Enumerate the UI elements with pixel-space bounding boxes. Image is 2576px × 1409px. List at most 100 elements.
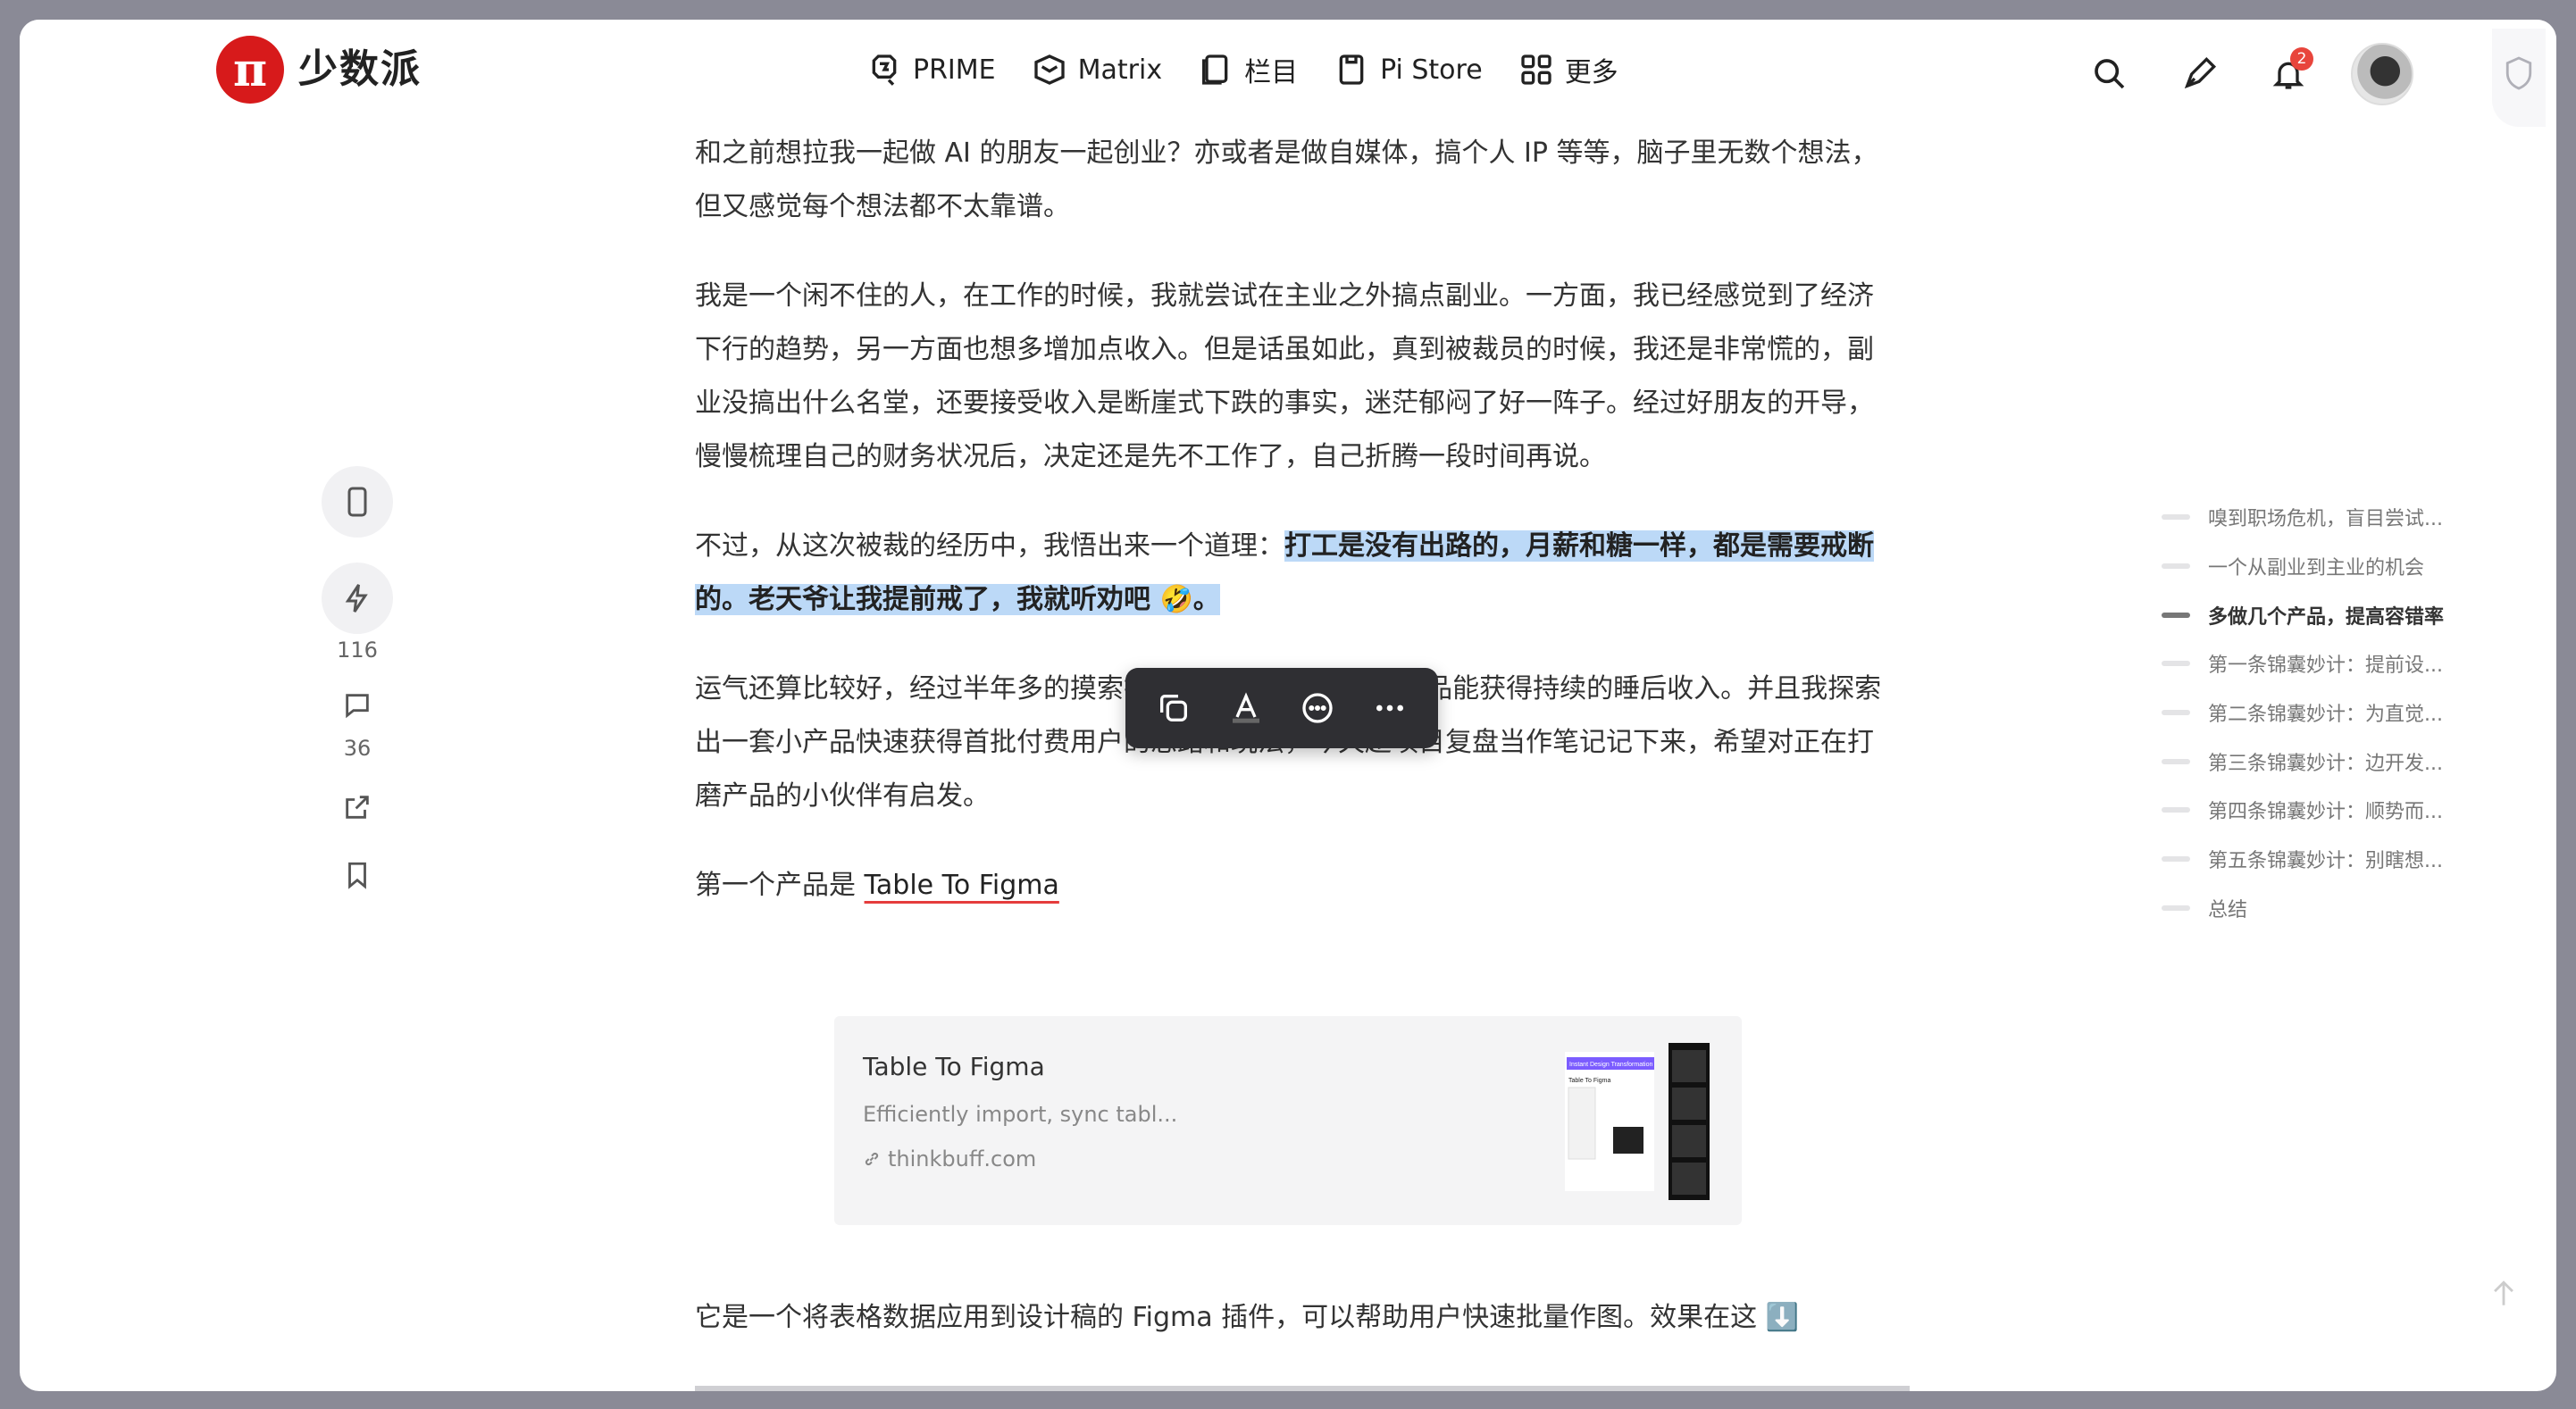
phone-icon — [347, 487, 367, 517]
link-icon — [865, 1152, 879, 1166]
ellipsis-icon — [1376, 704, 1403, 712]
toc-item[interactable]: 多做几个产品，提高容错率 — [2162, 590, 2519, 639]
paragraph-text: 第一个产品是 — [695, 870, 865, 901]
back-to-top-button[interactable] — [2481, 1271, 2526, 1316]
product-link[interactable]: Table To Figma — [865, 870, 1059, 901]
column-icon — [1202, 54, 1228, 85]
article-paragraph: 和之前想拉我一起做 AI 的朋友一起创业？亦或者是做自媒体，搞个人 IP 等等，… — [695, 138, 1878, 222]
comment-icon — [346, 694, 369, 719]
toc-item[interactable]: 第二条锦囊妙计：为直觉... — [2162, 688, 2519, 738]
text-highlight-icon — [1232, 692, 1259, 723]
lightning-icon — [345, 584, 368, 613]
card-thumbnail: Instant Design Transformation Table To F… — [1565, 1043, 1710, 1200]
toc-marker — [2162, 661, 2190, 667]
article-paragraph: 它是一个将表格数据应用到设计稿的 Figma 插件，可以帮助用户快速批量作图。效… — [695, 1302, 1800, 1333]
notification-badge: 2 — [2290, 47, 2313, 71]
paragraph-text: 不过，从这次被裁的经历中，我悟出来一个道理： — [695, 530, 1284, 562]
nav-label: 栏目 — [1244, 57, 1299, 88]
toc-label: 第三条锦囊妙计：边开发... — [2208, 752, 2443, 775]
shield-icon — [2505, 56, 2532, 90]
thumb-heading: Instant Design Transformation — [1569, 1062, 1652, 1068]
nav-item-column[interactable]: 栏目 — [1198, 43, 1298, 96]
matrix-icon — [1033, 54, 1065, 85]
search-button[interactable] — [2083, 47, 2137, 101]
bookmark-button[interactable] — [330, 848, 384, 902]
link-preview-card[interactable]: Table To Figma Efficiently import, sync … — [834, 1016, 1742, 1225]
toc-label: 第四条锦囊妙计：顺势而... — [2208, 801, 2443, 824]
search-icon — [2095, 59, 2125, 89]
card-title: Table To Figma — [863, 1052, 1045, 1081]
toc-marker — [2162, 758, 2190, 764]
browser-window: π 少数派 PRIME Matrix 栏目 Pi Store 更多 2 116 … — [20, 20, 2556, 1391]
site-logo-text[interactable]: 少数派 — [298, 43, 422, 96]
toc-marker — [2162, 612, 2190, 618]
copy-button[interactable] — [1147, 681, 1200, 735]
site-header: π 少数派 PRIME Matrix 栏目 Pi Store 更多 2 — [20, 20, 2556, 127]
card-url-text: thinkbuff.com — [888, 1146, 1037, 1171]
main-nav: PRIME Matrix 栏目 Pi Store 更多 — [866, 43, 1618, 96]
charge-button[interactable] — [322, 563, 393, 634]
arrow-up-icon — [2494, 1280, 2513, 1305]
more-options-button[interactable] — [1363, 681, 1417, 735]
toc-marker — [2162, 514, 2190, 521]
pen-icon — [2184, 56, 2217, 89]
toc-marker — [2162, 807, 2190, 813]
nav-label: Matrix — [1077, 54, 1163, 86]
bookmark-icon — [348, 862, 366, 889]
nav-item-pi-store[interactable]: Pi Store — [1334, 43, 1483, 96]
toc-item[interactable]: 嗅到职场危机，盲目尝试... — [2162, 493, 2519, 542]
nav-label: 更多 — [1564, 57, 1618, 88]
mobile-read-button[interactable] — [322, 466, 393, 538]
card-url: thinkbuff.com — [863, 1146, 1036, 1171]
nav-item-matrix[interactable]: Matrix — [1032, 43, 1162, 96]
toc-label: 第一条锦囊妙计：提前设... — [2208, 654, 2443, 678]
share-icon — [346, 796, 369, 819]
toc-item[interactable]: 一个从副业到主业的机会 — [2162, 542, 2519, 591]
header-actions: 2 — [2083, 43, 2413, 105]
toc-item[interactable]: 第四条锦囊妙计：顺势而... — [2162, 786, 2519, 835]
grid-icon — [1521, 54, 1551, 85]
nav-item-prime[interactable]: PRIME — [866, 43, 996, 96]
nav-label: Pi Store — [1380, 54, 1483, 86]
article-action-rail: 116 36 — [304, 466, 411, 902]
article-paragraph-highlighted: 不过，从这次被裁的经历中，我悟出来一个道理：打工是没有出路的，月薪和糖一样，都是… — [695, 520, 1892, 627]
toc-marker — [2162, 563, 2190, 570]
toc-item[interactable]: 总结 — [2162, 884, 2519, 933]
prime-icon — [872, 54, 897, 86]
toc-label: 第五条锦囊妙计：别瞎想... — [2208, 850, 2443, 873]
highlight-button[interactable] — [1219, 681, 1273, 735]
toc-label: 多做几个产品，提高容错率 — [2208, 605, 2445, 629]
article-paragraph: 我是一个闲不住的人，在工作的时候，我就尝试在主业之外搞点副业。一方面，我已经感觉… — [695, 280, 1874, 472]
extension-shield[interactable] — [2492, 29, 2546, 127]
comment-button[interactable] — [330, 679, 384, 732]
chat-bubble-icon — [1302, 693, 1333, 723]
toc-item[interactable]: 第五条锦囊妙计：别瞎想... — [2162, 835, 2519, 884]
logo-icon[interactable]: π — [216, 36, 284, 104]
toc-marker — [2162, 856, 2190, 863]
toc-marker — [2162, 710, 2190, 716]
toc-marker — [2162, 905, 2190, 911]
notification-button[interactable]: 2 — [2262, 47, 2315, 101]
toc-label: 嗅到职场危机，盲目尝试... — [2208, 508, 2443, 531]
nav-item-more[interactable]: 更多 — [1518, 43, 1618, 96]
article-paragraph-link: 第一个产品是 Table To Figma — [695, 859, 1892, 913]
nav-label: PRIME — [913, 54, 996, 86]
write-button[interactable] — [2172, 47, 2226, 101]
comment-selection-button[interactable] — [1291, 681, 1344, 735]
toc-label: 一个从副业到主业的机会 — [2208, 557, 2425, 580]
content-divider — [695, 1386, 1910, 1391]
toc-item[interactable]: 第一条锦囊妙计：提前设... — [2162, 639, 2519, 688]
comment-count: 36 — [343, 736, 372, 761]
toc-label: 总结 — [2208, 898, 2248, 921]
store-icon — [1339, 54, 1364, 85]
avatar[interactable] — [2351, 43, 2413, 105]
thumb-subtitle: Table To Figma — [1568, 1078, 1610, 1084]
toc-item[interactable]: 第三条锦囊妙计：边开发... — [2162, 737, 2519, 786]
share-button[interactable] — [330, 780, 384, 834]
copy-icon — [1160, 695, 1188, 721]
selection-toolbar — [1125, 668, 1438, 748]
like-count: 116 — [337, 638, 378, 663]
card-description: Efficiently import, sync tabl... — [863, 1102, 1178, 1127]
toc-label: 第二条锦囊妙计：为直觉... — [2208, 704, 2443, 727]
table-of-contents: 嗅到职场危机，盲目尝试... 一个从副业到主业的机会 多做几个产品，提高容错率 第一条… — [2162, 493, 2519, 932]
